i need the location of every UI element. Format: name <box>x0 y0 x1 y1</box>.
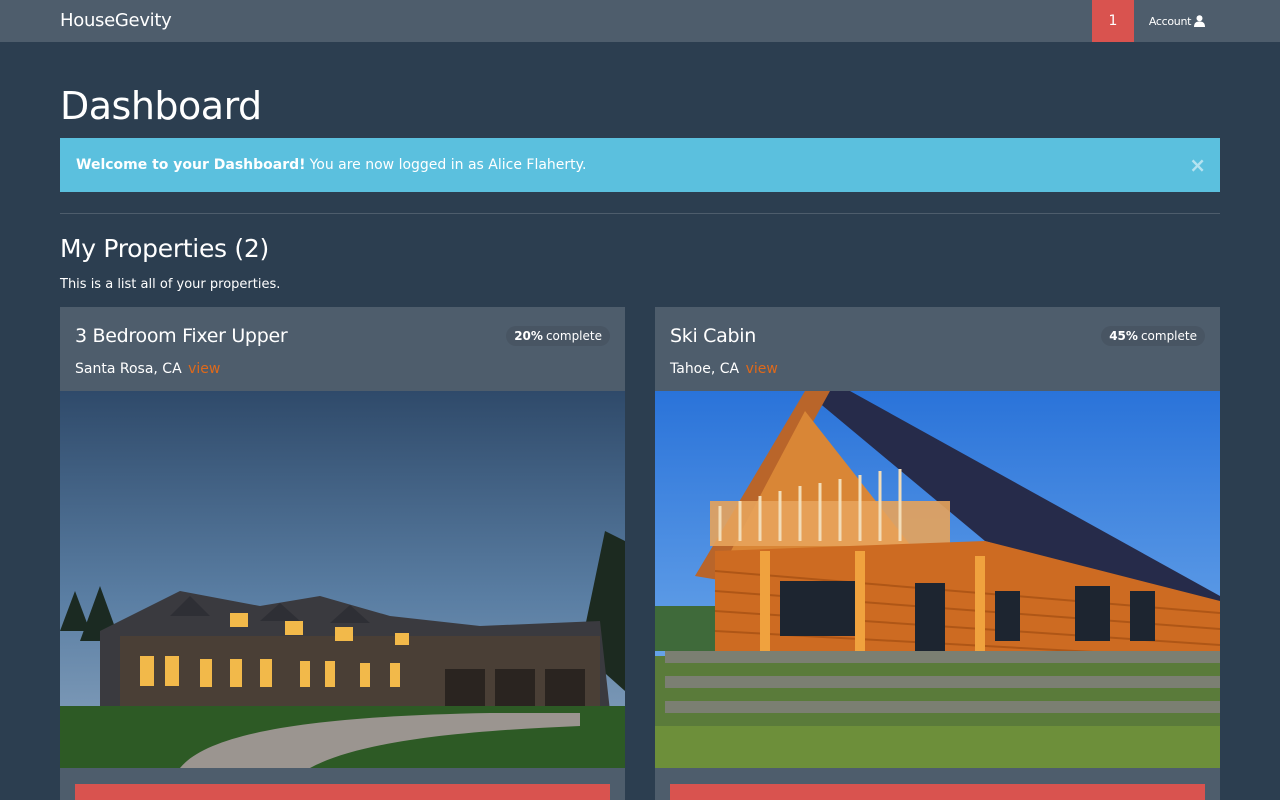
brand-logo[interactable]: HouseGevity <box>60 10 172 31</box>
property-location-line: Santa Rosa, CA view <box>75 361 220 377</box>
view-property-link[interactable]: view <box>746 361 778 377</box>
navbar: HouseGevity 1 Account <box>0 0 1280 42</box>
progress-badge: 20% complete <box>506 326 610 346</box>
progress-label: complete <box>545 329 602 343</box>
progress-label: complete <box>1140 329 1197 343</box>
view-property-link[interactable]: view <box>188 361 220 377</box>
user-icon <box>1194 15 1206 27</box>
property-title: 3 Bedroom Fixer Upper <box>75 325 288 347</box>
account-label: Account <box>1148 14 1192 28</box>
progress-badge: 45% complete <box>1101 326 1205 346</box>
property-location-line: Tahoe, CA view <box>670 361 778 377</box>
section-title: My Properties (2) <box>60 234 269 263</box>
account-menu-button[interactable]: Account <box>1134 0 1220 42</box>
close-icon[interactable]: × <box>1189 153 1206 177</box>
alert-text: You are now logged in as Alice Flaherty. <box>309 157 587 173</box>
property-action-button[interactable] <box>75 784 610 800</box>
section-subtitle: This is a list all of your properties. <box>60 277 281 292</box>
page-title: Dashboard <box>60 84 262 128</box>
property-title: Ski Cabin <box>670 325 756 347</box>
property-photo[interactable] <box>60 391 625 768</box>
property-card: 3 Bedroom Fixer Upper 20% complete Santa… <box>60 307 625 800</box>
welcome-alert: Welcome to your Dashboard! You are now l… <box>60 138 1220 192</box>
notification-button[interactable]: 1 <box>1092 0 1134 42</box>
progress-percent: 45% <box>1109 329 1138 343</box>
property-photo[interactable] <box>655 391 1220 768</box>
property-location: Santa Rosa, CA <box>75 361 182 377</box>
property-card: Ski Cabin 45% complete Tahoe, CA view <box>655 307 1220 800</box>
property-action-button[interactable] <box>670 784 1205 800</box>
alert-strong-text: Welcome to your Dashboard! <box>76 157 306 173</box>
property-location: Tahoe, CA <box>670 361 740 377</box>
divider <box>60 213 1220 214</box>
progress-percent: 20% <box>514 329 543 343</box>
notification-count: 1 <box>1108 13 1118 29</box>
